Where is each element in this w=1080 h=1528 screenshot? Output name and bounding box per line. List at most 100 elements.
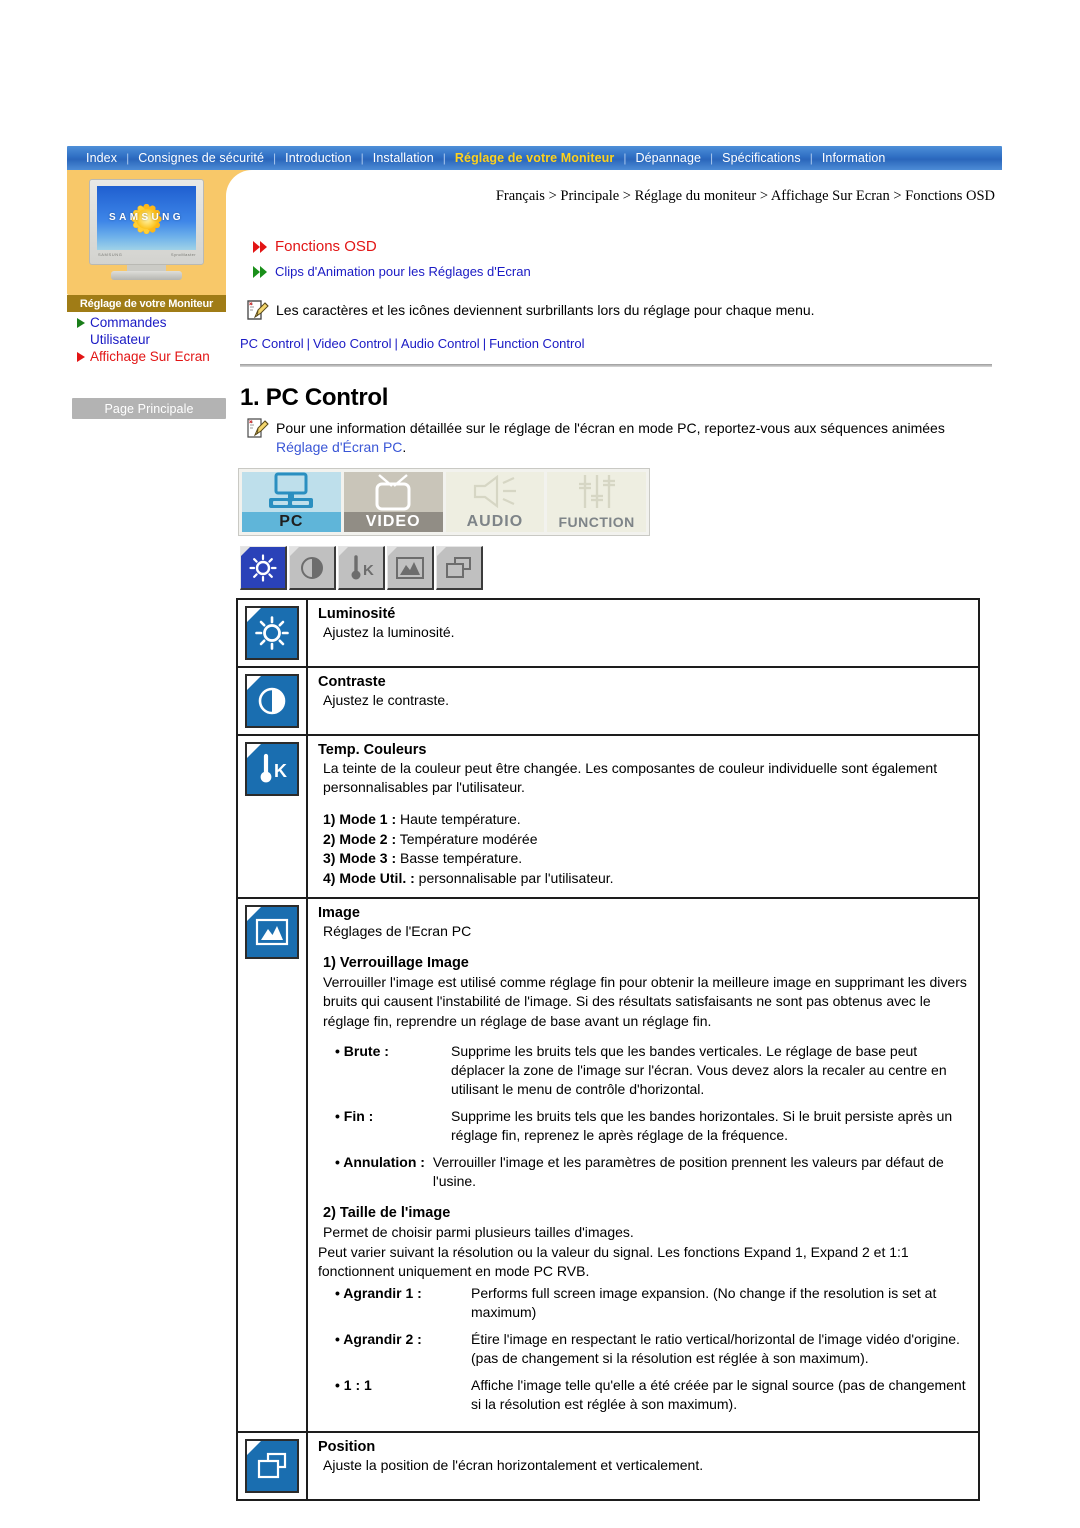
list-item: 4) Mode Util. : personnalisable par l'ut… <box>323 869 968 889</box>
monitor-screen-wordmark: SAMSUNG <box>109 212 184 223</box>
picture-image-icon <box>245 905 299 959</box>
list-item: • Annulation : Verrouiller l'image et le… <box>335 1153 968 1191</box>
bullet-list-taille: • Agrandir 1 : Performs full screen imag… <box>318 1284 968 1414</box>
link-video-control[interactable]: Video Control <box>313 336 392 351</box>
link-separator: | <box>482 336 487 351</box>
link-function-control[interactable]: Function Control <box>489 336 584 351</box>
nav-item-information[interactable]: Information <box>813 151 895 165</box>
table-row-body: Image Réglages de l'Ecran PC 1) Verrouil… <box>308 899 978 1431</box>
triangle-green-bullet-icon <box>77 318 85 328</box>
bullet-label: • 1 : 1 <box>335 1376 372 1393</box>
link-reglage-ecran-pc[interactable]: Réglage d'Écran PC <box>276 439 402 455</box>
bullet-text: Étire l'image en respectant le ratio ver… <box>471 1330 960 1366</box>
monitor-model-label: SyncMaster <box>170 252 196 257</box>
nav-item-index[interactable]: Index <box>77 151 126 165</box>
row-description: Réglages de l'Ecran PC <box>323 923 472 939</box>
tab-function-label: FUNCTION <box>547 512 646 532</box>
note-row-pc: Pour une information détaillée sur le ré… <box>245 416 990 457</box>
tab-function[interactable]: FUNCTION <box>547 472 646 532</box>
list-item: • Brute : Supprime les bruits tels que l… <box>335 1042 968 1099</box>
link-separator: | <box>306 336 310 351</box>
link-separator: | <box>394 336 398 351</box>
mode-text: Haute température. <box>396 811 521 827</box>
bullet-text: Supprime les bruits tels que les bandes … <box>451 1043 947 1097</box>
tab-pc[interactable]: PC <box>242 472 341 532</box>
tab-audio-artwork <box>445 472 545 512</box>
row-title: Image <box>318 905 360 921</box>
row-title: Temp. Couleurs <box>318 742 427 758</box>
note-row-top: Les caractères et les icônes deviennent … <box>245 298 990 324</box>
sidebar-item-commandes-utilisateur[interactable]: Commandes Utilisateur <box>72 315 226 348</box>
sub-text-2: Peut varier suivant la résolution ou la … <box>318 1243 909 1280</box>
page-title: 1. PC Control <box>240 384 389 411</box>
bullet-list-verrouillage: • Brute : Supprime les bruits tels que l… <box>318 1042 968 1191</box>
contrast-circle-icon[interactable] <box>289 546 336 590</box>
table-row-body: Luminosité Ajustez la luminosité. <box>308 600 978 666</box>
osd-function-table: Luminosité Ajustez la luminosité. Contra… <box>236 598 980 1501</box>
nav-item-depannage[interactable]: Dépannage <box>627 151 711 165</box>
table-row: Contraste Ajustez le contraste. <box>238 668 978 736</box>
row-title: Contraste <box>318 674 386 690</box>
tab-audio-label: AUDIO <box>445 512 545 532</box>
table-row-icon-cell <box>238 668 308 734</box>
tab-audio[interactable]: AUDIO <box>445 472 545 532</box>
list-item: • Agrandir 1 : Performs full screen imag… <box>335 1284 968 1322</box>
nav-item-consignes-de-securite[interactable]: Consignes de sécurité <box>129 151 273 165</box>
link-audio-control[interactable]: Audio Control <box>401 336 480 351</box>
double-arrow-green-icon <box>253 265 269 278</box>
monitor-stand-base <box>111 271 182 280</box>
list-item: 1) Mode 1 : Haute température. <box>323 810 968 830</box>
mode-text: Basse température. <box>396 850 523 866</box>
heading-clips-animation[interactable]: Clips d'Animation pour les Réglages d'Ec… <box>253 264 531 279</box>
sub-title: 2) Taille de l'image <box>323 1205 451 1221</box>
list-item: 3) Mode 3 : Basse température. <box>323 849 968 869</box>
nav-item-installation[interactable]: Installation <box>364 151 443 165</box>
mode-label: 4) Mode Util. : <box>323 869 415 886</box>
monitor-bezel: SAMSUNG SAMSUNG SyncMaster <box>89 179 204 265</box>
table-row: K Temp. Couleurs La teinte de la couleur… <box>238 736 978 899</box>
svg-text:K: K <box>274 761 287 781</box>
sidebar-item-label: Commandes Utilisateur <box>90 315 167 347</box>
sidebar-item-label: Affichage Sur Ecran <box>90 349 210 364</box>
position-frames-icon[interactable] <box>436 546 483 590</box>
sub-section-taille-de-l-image: 2) Taille de l'image Permet de choisir p… <box>318 1204 968 1414</box>
brightness-sun-icon <box>245 606 299 660</box>
nav-item-introduction[interactable]: Introduction <box>276 151 361 165</box>
table-row-icon-cell <box>238 1432 308 1499</box>
bullet-label: • Annulation : <box>335 1154 425 1170</box>
home-page-button[interactable]: Page Principale <box>72 398 226 419</box>
table-row-body: Position Ajuste la position de l'écran h… <box>308 1433 978 1499</box>
control-links-row: PC Control | Video Control | Audio Control | F… <box>240 336 584 351</box>
sub-title: 1) Verrouillage Image <box>323 954 469 971</box>
row-description: La teinte de la couleur peut être changé… <box>323 760 938 795</box>
breadcrumb: Français > Principale > Réglage du monit… <box>495 188 995 204</box>
table-row-body: Contraste Ajustez le contraste. <box>308 668 978 734</box>
picture-image-icon[interactable] <box>387 546 434 590</box>
row-description: Ajustez la luminosité. <box>323 624 455 640</box>
row-description: Ajuste la position de l'écran horizontal… <box>323 1456 704 1473</box>
bullet-label: • Fin : <box>335 1108 374 1124</box>
svg-text:K: K <box>363 562 374 579</box>
mode-label: 1) Mode 1 : <box>323 811 397 827</box>
bullet-text: Verrouiller l'image et les paramètres de… <box>432 1154 944 1189</box>
table-row: Position Ajuste la position de l'écran h… <box>238 1432 978 1499</box>
link-pc-control[interactable]: PC Control <box>240 336 304 351</box>
sidebar-link-list: Commandes Utilisateur Affichage Sur Ecra… <box>72 315 226 367</box>
notepad-pencil-icon <box>245 416 271 442</box>
nav-item-specifications[interactable]: Spécifications <box>713 151 810 165</box>
heading-label: Fonctions OSD <box>275 238 377 255</box>
list-item: • 1 : 1 Affiche l'image telle qu'elle a … <box>335 1376 968 1414</box>
color-temperature-icon[interactable]: K <box>338 546 385 590</box>
sub-text-1: Permet de choisir parmi plusieurs taille… <box>323 1224 634 1240</box>
table-row: Luminosité Ajustez la luminosité. <box>238 600 978 668</box>
tab-video[interactable]: VIDEO <box>343 472 443 532</box>
brightness-sun-icon[interactable] <box>240 546 287 590</box>
table-row: Image Réglages de l'Ecran PC 1) Verrouil… <box>238 899 978 1433</box>
sidebar-item-affichage-sur-ecran[interactable]: Affichage Sur Ecran <box>72 349 226 366</box>
bullet-label: • Agrandir 1 : <box>335 1284 422 1301</box>
nav-item-reglage-de-votre-moniteur[interactable]: Réglage de votre Moniteur <box>446 151 623 165</box>
color-mode-list: 1) Mode 1 : Haute température. 2) Mode 2… <box>318 810 968 888</box>
tab-function-artwork <box>547 472 646 512</box>
mode-text: personnalisable par l'utilisateur. <box>414 869 614 886</box>
sidebar-section-caption: Réglage de votre Moniteur <box>67 295 226 312</box>
